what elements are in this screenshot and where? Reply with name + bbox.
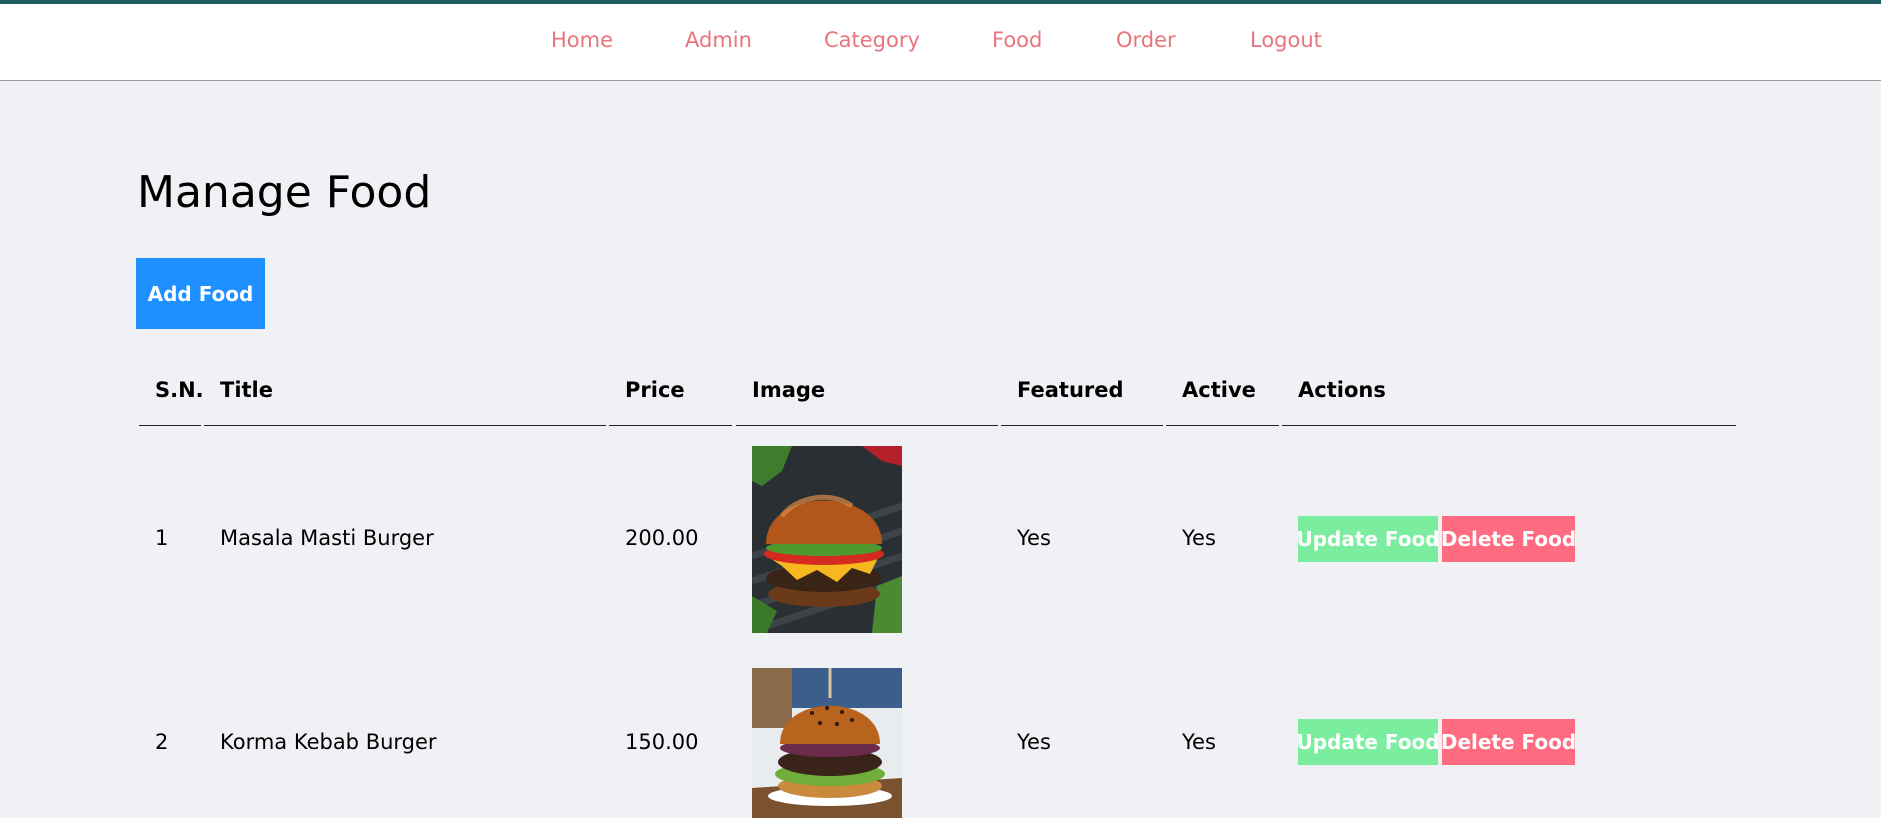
header-divider <box>609 425 732 426</box>
row-title: Korma Kebab Burger <box>220 730 437 754</box>
row-sn: 1 <box>155 526 169 550</box>
header-divider <box>736 425 998 426</box>
food-image <box>752 668 902 818</box>
nav-admin-link[interactable]: Admin <box>685 28 752 52</box>
nav-order-link[interactable]: Order <box>1116 28 1176 52</box>
row-featured: Yes <box>1017 730 1051 754</box>
header-sn: S.N. <box>155 378 204 402</box>
row-sn: 2 <box>155 730 169 754</box>
header-featured: Featured <box>1017 378 1124 402</box>
header-image: Image <box>752 378 826 402</box>
nav-category-link[interactable]: Category <box>824 28 920 52</box>
header-divider <box>139 425 201 426</box>
page-title: Manage Food <box>137 167 432 218</box>
header-divider <box>1166 425 1279 426</box>
header-price: Price <box>625 378 685 402</box>
row-title: Masala Masti Burger <box>220 526 434 550</box>
header-divider <box>204 425 606 426</box>
row-active: Yes <box>1182 526 1216 550</box>
header-divider <box>1282 425 1736 426</box>
navbar: Home Admin Category Food Order Logout <box>0 4 1881 81</box>
header-active: Active <box>1182 378 1256 402</box>
header-title: Title <box>220 378 274 402</box>
row-price: 200.00 <box>625 526 699 550</box>
food-image <box>752 446 902 633</box>
nav-logout-link[interactable]: Logout <box>1250 28 1322 52</box>
update-food-button[interactable]: Update Food <box>1296 516 1440 562</box>
add-food-button[interactable]: Add Food <box>136 258 265 329</box>
row-active: Yes <box>1182 730 1216 754</box>
update-food-button[interactable]: Update Food <box>1296 719 1440 765</box>
header-divider <box>1001 425 1163 426</box>
delete-food-button[interactable]: Delete Food <box>1441 719 1576 765</box>
nav-home-link[interactable]: Home <box>551 28 613 52</box>
delete-food-button[interactable]: Delete Food <box>1441 516 1576 562</box>
header-actions: Actions <box>1298 378 1386 402</box>
nav-food-link[interactable]: Food <box>992 28 1042 52</box>
row-price: 150.00 <box>625 730 699 754</box>
row-featured: Yes <box>1017 526 1051 550</box>
